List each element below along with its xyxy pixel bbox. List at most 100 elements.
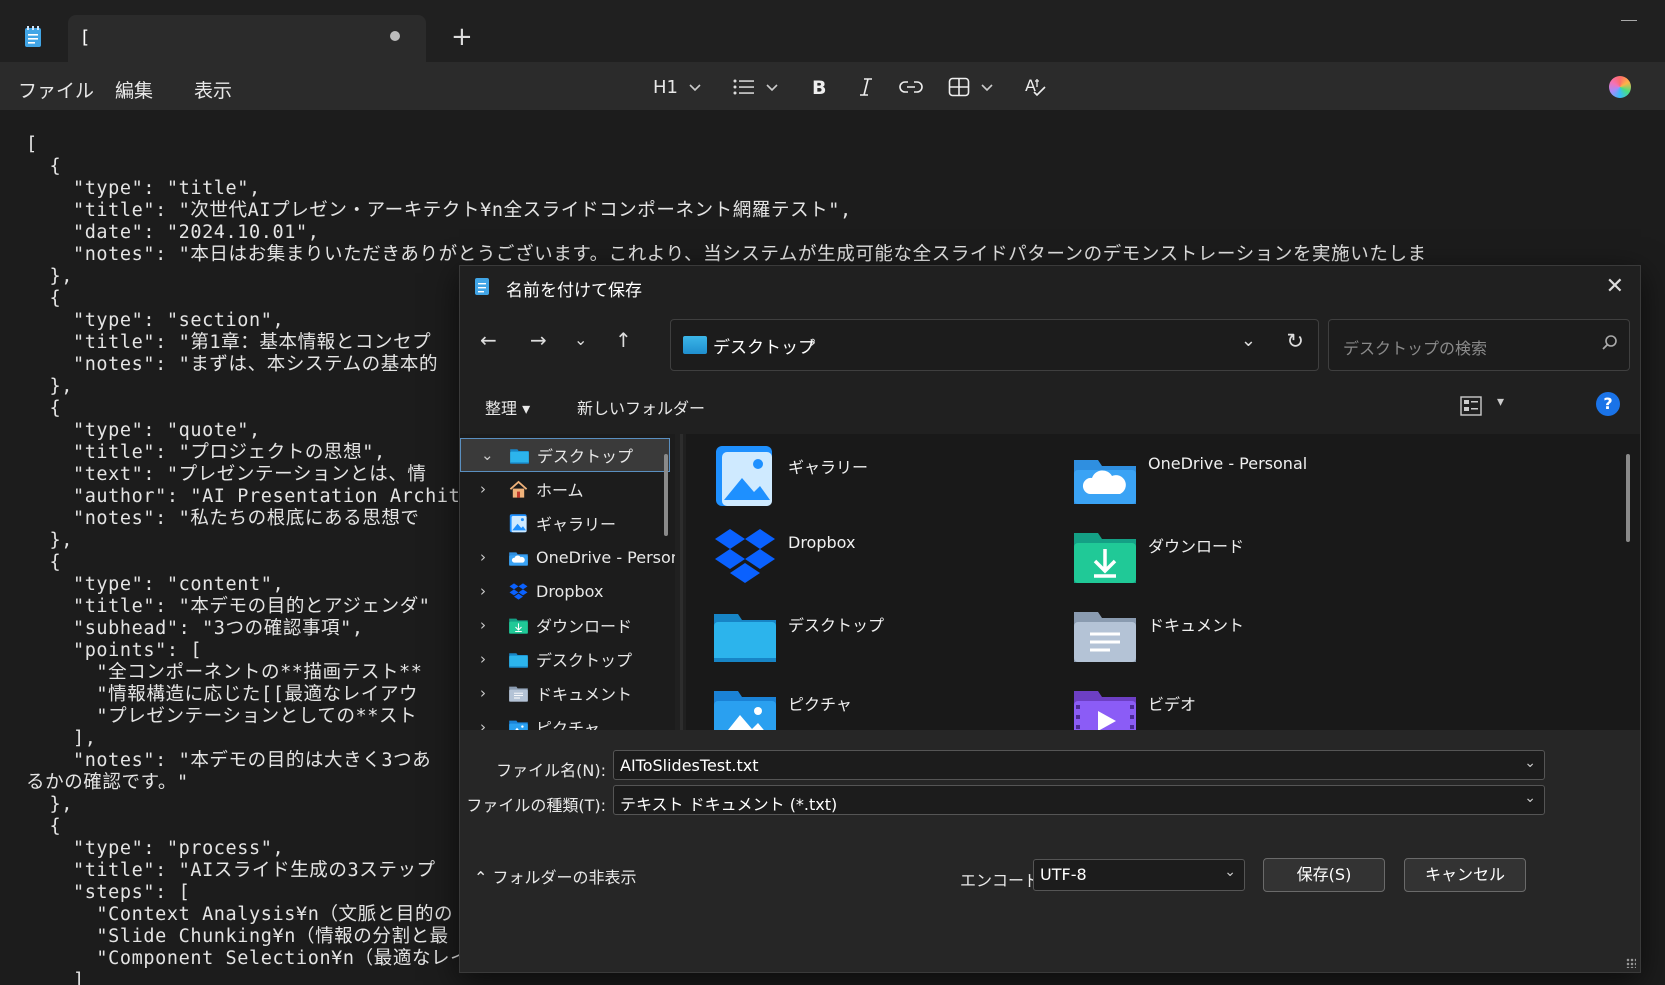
search-icon[interactable] <box>1601 334 1619 352</box>
table-dropdown[interactable] <box>948 72 994 102</box>
folder-item[interactable]: ギャラリー <box>710 442 1050 512</box>
nav-item[interactable]: › デスクトップ <box>460 642 670 676</box>
chevron-down-icon[interactable]: ⌄ <box>1524 790 1536 806</box>
link-button[interactable] <box>899 72 923 102</box>
dialog-title: 名前を付けて保存 <box>506 281 642 301</box>
nav-item[interactable]: › ピクチャ <box>460 710 670 730</box>
folder-item[interactable]: デスクトップ <box>710 600 1050 670</box>
desktop-folder-icon <box>683 336 707 354</box>
hide-folders-button[interactable]: ⌃ フォルダーの非表示 <box>474 864 637 888</box>
recent-chevron-down-icon[interactable]: ⌄ <box>574 330 587 349</box>
folder-item-name: Dropbox <box>788 533 856 552</box>
folder-item[interactable]: ビデオ <box>1070 679 1410 730</box>
link-icon <box>899 81 923 93</box>
help-icon[interactable]: ? <box>1596 392 1620 416</box>
filetype-select[interactable]: テキスト ドキュメント (*.txt) ⌄ <box>613 785 1545 815</box>
cancel-button[interactable]: キャンセル <box>1404 858 1526 892</box>
expand-down-chevron-icon[interactable]: ⌄ <box>481 446 494 464</box>
expand-chevron-icon[interactable]: › <box>480 548 486 566</box>
nav-item[interactable]: › OneDrive - Personal <box>460 540 675 574</box>
filename-value[interactable]: AIToSlidesTest.txt <box>620 756 759 775</box>
view-options-icon[interactable] <box>1460 396 1482 416</box>
chevron-down-icon[interactable]: ⌄ <box>1224 864 1236 880</box>
breadcrumb-chevron-icon[interactable]: › <box>809 332 816 353</box>
save-as-dialog: 名前を付けて保存 ✕ ← → ⌄ ↑ デスクトップ › ⌄ ↻ デスクトップの検… <box>459 265 1641 973</box>
expand-chevron-icon[interactable]: › <box>480 480 486 498</box>
chevron-down-icon <box>766 84 778 92</box>
desktop-icon <box>508 649 530 669</box>
dropbox-icon <box>508 581 530 601</box>
menu-edit[interactable]: 編集 <box>115 76 153 103</box>
expand-chevron-icon[interactable]: › <box>480 582 486 600</box>
bullet-list-icon <box>733 79 754 95</box>
search-box[interactable]: デスクトップの検索 <box>1328 319 1630 371</box>
documents-icon <box>508 683 530 703</box>
view-dropdown-icon[interactable]: ▾ <box>1497 394 1504 410</box>
copilot-icon[interactable] <box>1609 76 1631 98</box>
expand-chevron-icon[interactable]: › <box>480 650 486 668</box>
nav-item-label: デスクトップ <box>536 651 633 670</box>
search-placeholder[interactable]: デスクトップの検索 <box>1343 335 1487 359</box>
bold-icon: B <box>812 77 826 97</box>
nav-item-label: ドキュメント <box>536 685 633 704</box>
file-list-scrollbar[interactable] <box>1626 454 1630 542</box>
refresh-icon[interactable]: ↻ <box>1286 329 1304 353</box>
bold-button[interactable]: B <box>810 72 828 102</box>
save-button[interactable]: 保存(S) <box>1263 858 1385 892</box>
new-folder-button[interactable]: 新しいフォルダー <box>577 395 705 419</box>
navigation-bar: ← → ⌄ ↑ デスクトップ › ⌄ ↻ デスクトップの検索 <box>460 308 1640 378</box>
expand-chevron-icon[interactable]: › <box>480 718 486 730</box>
chevron-down-icon <box>689 84 701 92</box>
minimize-button[interactable] <box>1621 20 1637 21</box>
menu-file[interactable]: ファイル <box>18 76 94 103</box>
resize-grip[interactable] <box>1626 958 1636 968</box>
unsaved-dot-icon[interactable] <box>390 31 400 41</box>
dialog-title-bar: 名前を付けて保存 ✕ <box>460 266 1640 308</box>
forward-arrow-icon[interactable]: → <box>530 328 547 352</box>
home-icon <box>508 479 530 499</box>
folder-item[interactable]: ピクチャ <box>710 679 1050 730</box>
nav-item[interactable]: ⌄ デスクトップ <box>460 438 670 472</box>
list-dropdown[interactable] <box>733 72 779 102</box>
address-dropdown-icon[interactable]: ⌄ <box>1241 330 1256 351</box>
chevron-down-icon[interactable]: ⌄ <box>1524 755 1536 771</box>
folder-item[interactable]: ドキュメント <box>1070 600 1410 670</box>
nav-item[interactable]: › ホーム <box>460 472 670 506</box>
italic-button[interactable] <box>857 72 875 102</box>
nav-item[interactable]: ギャラリー <box>460 506 670 540</box>
download-icon <box>1070 521 1140 591</box>
desktop-icon <box>509 445 531 465</box>
back-arrow-icon[interactable]: ← <box>480 328 497 352</box>
nav-item[interactable]: › ダウンロード <box>460 608 670 642</box>
filetype-value: テキスト ドキュメント (*.txt) <box>620 795 838 814</box>
nav-item-label: デスクトップ <box>537 447 634 466</box>
spellcheck-button[interactable]: A <box>1025 72 1047 102</box>
expand-chevron-icon[interactable]: › <box>480 684 486 702</box>
folder-item[interactable]: Dropbox <box>710 521 1050 591</box>
pane-divider[interactable] <box>680 434 683 730</box>
nav-item[interactable]: › ドキュメント <box>460 676 670 710</box>
onedrive-icon <box>1070 442 1140 512</box>
tab-document[interactable]: [ <box>68 15 426 62</box>
nav-scrollbar[interactable] <box>664 454 668 536</box>
title-bar: [ + <box>0 0 1665 62</box>
organize-button[interactable]: 整理 ▾ <box>485 395 530 419</box>
encoding-value: UTF-8 <box>1040 865 1087 884</box>
nav-item[interactable]: › Dropbox <box>460 574 670 608</box>
up-arrow-icon[interactable]: ↑ <box>615 328 632 352</box>
folder-item[interactable]: ダウンロード <box>1070 521 1410 591</box>
expand-chevron-icon[interactable]: › <box>480 616 486 634</box>
filetype-label: ファイルの種類(T): <box>466 796 606 815</box>
filename-field[interactable]: AIToSlidesTest.txt ⌄ <box>613 750 1545 780</box>
heading-dropdown[interactable]: H1 <box>653 72 702 102</box>
encoding-select[interactable]: UTF-8 ⌄ <box>1033 859 1245 891</box>
folder-item-name: OneDrive - Personal <box>1148 454 1308 473</box>
folder-item-name: ピクチャ <box>788 695 852 714</box>
address-bar[interactable]: デスクトップ › ⌄ ↻ <box>670 319 1319 371</box>
close-button[interactable]: ✕ <box>1606 274 1624 299</box>
address-location[interactable]: デスクトップ <box>713 333 815 358</box>
gallery-icon <box>710 442 780 512</box>
new-tab-button[interactable]: + <box>451 24 473 50</box>
menu-view[interactable]: 表示 <box>194 76 232 103</box>
folder-item[interactable]: OneDrive - Personal <box>1070 442 1410 512</box>
